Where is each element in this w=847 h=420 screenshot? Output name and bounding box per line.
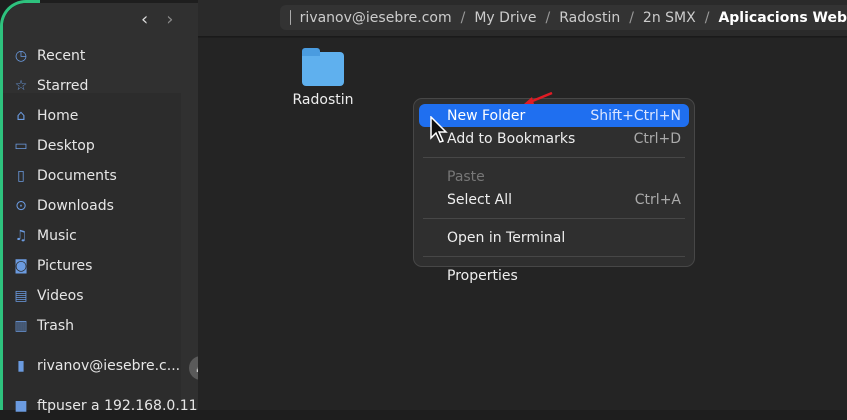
sidebar-item-label: ftpuser a 192.168.0.111 (37, 398, 207, 414)
separator: / (629, 9, 634, 26)
sidebar-item-label: Videos (37, 288, 84, 304)
home-icon: ⌂ (16, 108, 26, 124)
menu-label: Properties (447, 267, 518, 284)
sidebar-item-label: Documents (37, 168, 117, 184)
download-icon: ⊙ (15, 198, 27, 214)
folder-icon (302, 48, 344, 86)
menu-separator (423, 157, 685, 158)
mouse-pointer-icon (430, 116, 448, 143)
drive-icon: ▮ (17, 358, 25, 374)
sidebar-item-label: Recent (37, 48, 86, 64)
breadcrumb-item[interactable]: 2n SMX (643, 10, 696, 26)
separator: / (460, 9, 466, 26)
menu-shortcut: Ctrl+D (633, 130, 681, 147)
breadcrumb-item[interactable]: Radostin (559, 10, 620, 26)
menu-item-new-folder[interactable]: New Folder Shift+Ctrl+N (419, 104, 689, 127)
clock-icon: ◷ (14, 48, 28, 64)
sidebar-item-label: rivanov@iesebre.c... (37, 358, 181, 374)
breadcrumb-current[interactable]: Aplicacions Web (718, 10, 847, 26)
menu-item-open-in-terminal[interactable]: Open in Terminal (419, 226, 689, 249)
menu-separator (423, 218, 685, 219)
menu-item-add-to-bookmarks[interactable]: Add to Bookmarks Ctrl+D (419, 127, 689, 150)
menu-item-select-all[interactable]: Select All Ctrl+A (419, 188, 689, 211)
camera-icon: ◙ (14, 258, 28, 274)
menu-item-properties[interactable]: Properties (419, 264, 689, 287)
sidebar-item-label: Desktop (37, 138, 95, 154)
forward-button[interactable]: › (166, 9, 173, 30)
nav-buttons: ‹ › (141, 9, 191, 30)
menu-label: Add to Bookmarks (447, 130, 576, 147)
menu-separator (423, 256, 685, 257)
sidebar-item-home[interactable]: ⌂ Home (12, 102, 79, 130)
menu-item-paste: Paste (419, 165, 689, 188)
header-bar: rivanov@iesebre.com / My Drive / Radostin /… (198, 0, 847, 37)
menu-label: Select All (447, 191, 512, 208)
sidebar-item-label: Trash (37, 318, 74, 334)
sidebar-item-label: Pictures (37, 258, 93, 274)
sidebar-item-pictures[interactable]: ◙ Pictures (12, 252, 92, 280)
sidebar-item-label: Downloads (37, 198, 114, 214)
breadcrumb-item[interactable]: My Drive (474, 10, 536, 26)
sidebar-item-label: Music (37, 228, 77, 244)
star-icon: ☆ (14, 78, 28, 94)
menu-label: Paste (447, 168, 485, 185)
document-icon: ▯ (17, 168, 25, 184)
film-icon: ▤ (14, 288, 28, 304)
separator: / (704, 9, 710, 26)
sidebar-item-downloads[interactable]: ⊙ Downloads (12, 192, 114, 220)
sidebar-item-videos[interactable]: ▤ Videos (12, 282, 84, 310)
trash-icon: ▥ (14, 318, 28, 334)
sidebar-item-label: Starred (37, 78, 89, 94)
folder-name: Radostin (292, 92, 354, 108)
sidebar-item-music[interactable]: ♫ Music (12, 222, 77, 250)
sidebar-item-rivanov[interactable]: ▮ rivanov@iesebre.c... (12, 352, 180, 380)
context-menu: New Folder Shift+Ctrl+N Add to Bookmarks C… (413, 98, 695, 284)
sidebar-item-recent[interactable]: ◷ Recent (12, 42, 86, 70)
back-button[interactable]: ‹ (141, 9, 148, 30)
menu-label: Open in Terminal (447, 229, 566, 246)
folder-icon: ■ (14, 398, 28, 414)
music-icon: ♫ (14, 228, 28, 244)
desktop-icon: ▭ (14, 138, 28, 154)
separator: / (545, 9, 551, 26)
breadcrumb: rivanov@iesebre.com / My Drive / Radostin /… (280, 5, 847, 30)
sidebar-item-ftpuser[interactable]: ■ ftpuser a 192.168.0.111 (12, 392, 207, 420)
sidebar-item-documents[interactable]: ▯ Documents (12, 162, 117, 190)
menu-label: New Folder (447, 107, 526, 124)
folder-item[interactable]: Radostin (288, 48, 358, 108)
sidebar-item-label: Home (37, 108, 79, 124)
menu-shortcut: Shift+Ctrl+N (590, 107, 681, 124)
sidebar-item-starred[interactable]: ☆ Starred (12, 72, 89, 100)
sidebar-item-desktop[interactable]: ▭ Desktop (12, 132, 95, 160)
breadcrumb-item[interactable]: rivanov@iesebre.com (300, 10, 452, 26)
annotation-arrow-icon (524, 92, 553, 104)
drive-icon (290, 10, 291, 25)
menu-shortcut: Ctrl+A (634, 191, 681, 208)
sidebar-item-trash[interactable]: ▥ Trash (12, 312, 74, 340)
